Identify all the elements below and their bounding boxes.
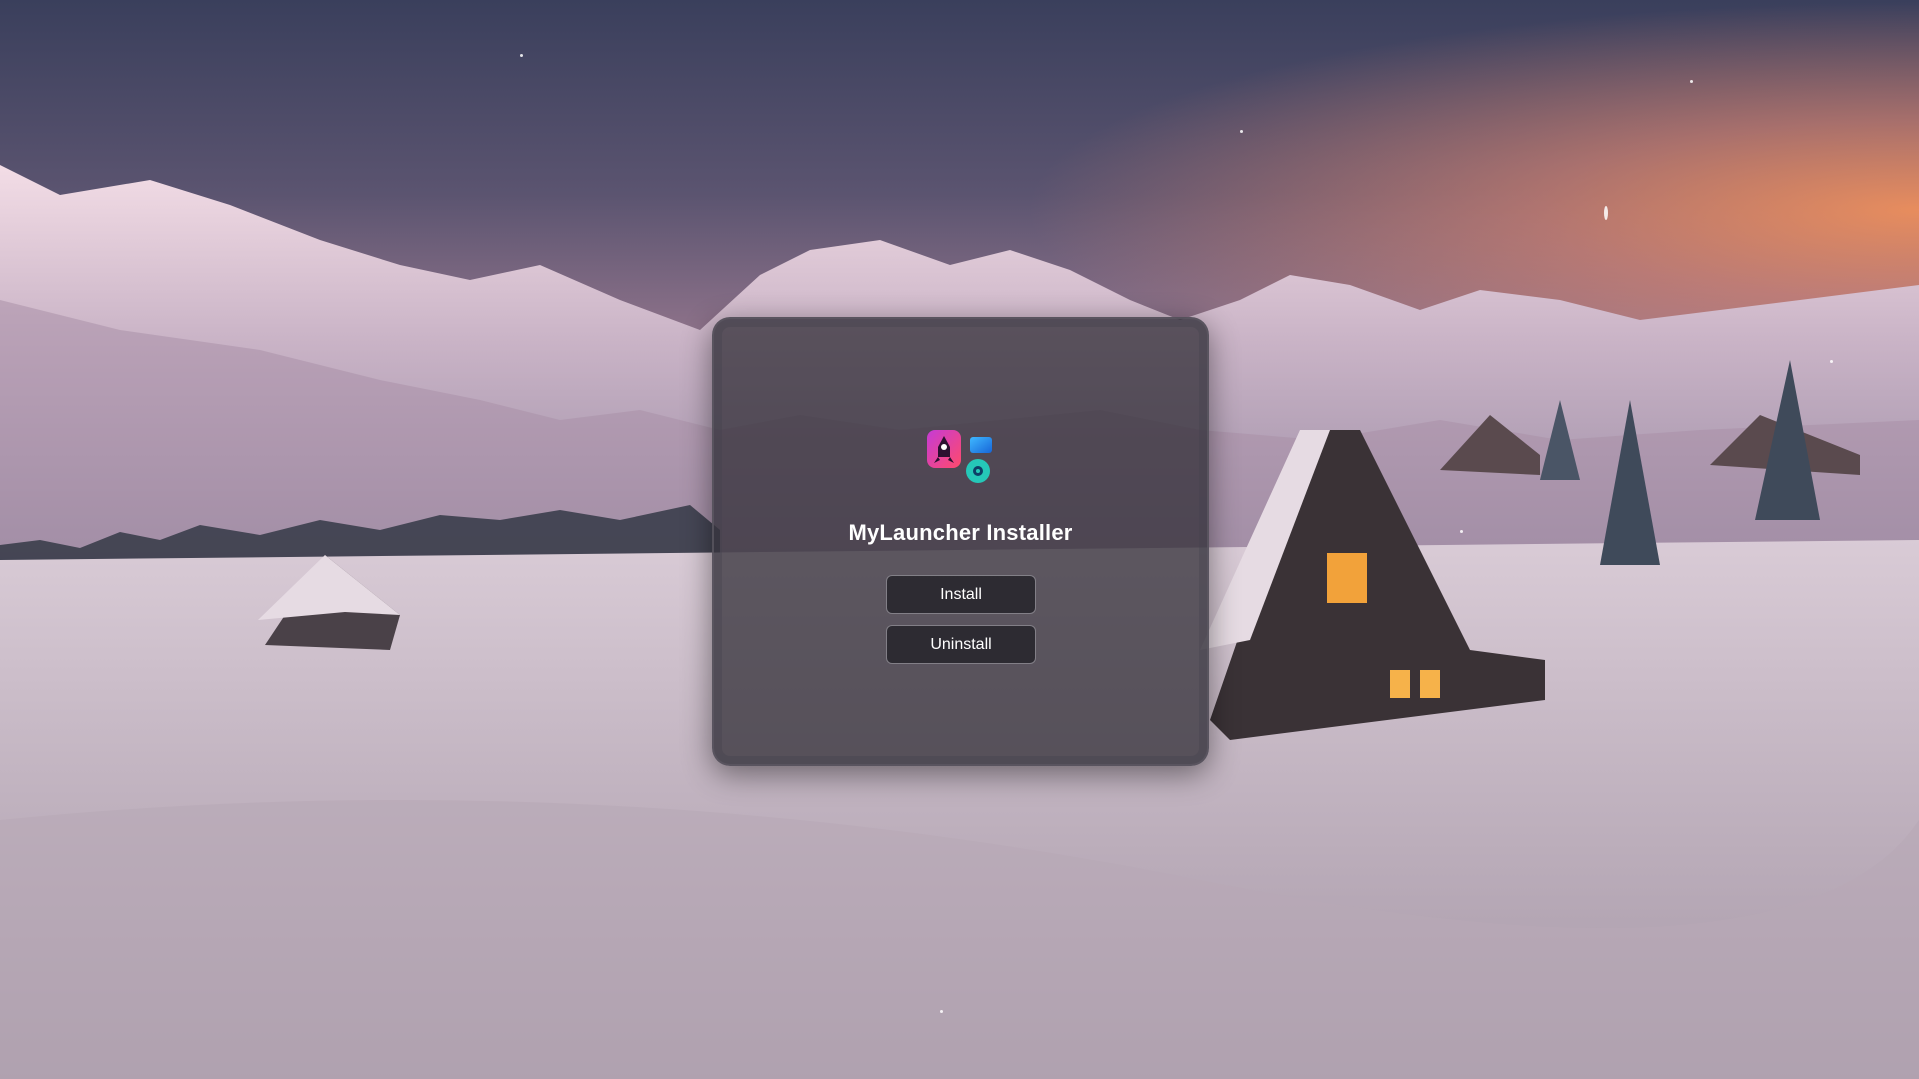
snowflake: [940, 1010, 943, 1013]
install-button[interactable]: Install: [886, 575, 1036, 614]
snowflake: [1830, 360, 1833, 363]
snowflake: [520, 54, 523, 57]
snowflake: [1690, 80, 1693, 83]
desktop-background: MyLauncher Installer Install Uninstall: [0, 0, 1919, 1079]
snowflake: [1460, 530, 1463, 533]
installer-title: MyLauncher Installer: [848, 520, 1073, 545]
mylauncher-app-icon: [927, 430, 992, 483]
uninstall-button[interactable]: Uninstall: [886, 625, 1036, 664]
installer-window: MyLauncher Installer Install Uninstall: [712, 317, 1209, 766]
snowflake: [1240, 130, 1243, 133]
snowflake: [1604, 206, 1608, 220]
